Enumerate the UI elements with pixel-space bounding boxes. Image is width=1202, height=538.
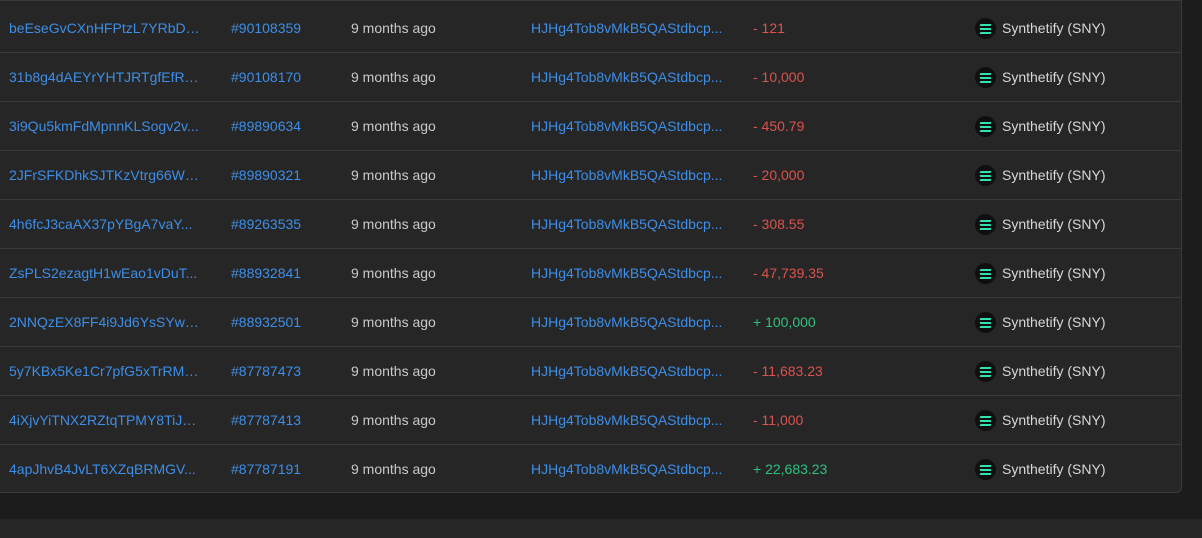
timestamp: 9 months ago xyxy=(351,412,436,428)
address-link[interactable]: HJHg4Tob8vMkB5QAStdbcp... xyxy=(531,53,723,102)
block-link[interactable]: #89890634 xyxy=(231,102,331,151)
amount-change: - 10,000 xyxy=(753,69,805,85)
amount-change: + 22,683.23 xyxy=(753,461,828,477)
signature-link[interactable]: 2JFrSFKDhkSJTKzVtrg66W6... xyxy=(9,151,201,200)
token-cell[interactable]: Synthetify (SNY) xyxy=(975,396,1175,445)
address-link[interactable]: HJHg4Tob8vMkB5QAStdbcp... xyxy=(531,102,723,151)
amount-change: + 100,000 xyxy=(753,314,816,330)
token-name: Synthetify (SNY) xyxy=(1002,314,1106,330)
signature-link[interactable]: 5y7KBx5Ke1Cr7pfG5xTrRMh... xyxy=(9,347,201,396)
token-cell[interactable]: Synthetify (SNY) xyxy=(975,151,1175,200)
table-row: 2NNQzEX8FF4i9Jd6YsSYwg... #88932501 9 mont… xyxy=(0,298,1181,347)
footer-bar xyxy=(0,519,1202,538)
block-link[interactable]: #90108359 xyxy=(231,4,331,53)
token-name: Synthetify (SNY) xyxy=(1002,363,1106,379)
timestamp: 9 months ago xyxy=(351,363,436,379)
amount-change: - 20,000 xyxy=(753,167,805,183)
token-name: Synthetify (SNY) xyxy=(1002,461,1106,477)
synthetify-icon xyxy=(975,459,996,480)
synthetify-icon xyxy=(975,116,996,137)
token-name: Synthetify (SNY) xyxy=(1002,69,1106,85)
timestamp: 9 months ago xyxy=(351,118,436,134)
table-row: 31b8g4dAEYrYHTJRTgfEfRW... #90108170 9 mon… xyxy=(0,53,1181,102)
amount-change: - 121 xyxy=(753,20,785,36)
address-link[interactable]: HJHg4Tob8vMkB5QAStdbcp... xyxy=(531,347,723,396)
token-name: Synthetify (SNY) xyxy=(1002,412,1106,428)
address-link[interactable]: HJHg4Tob8vMkB5QAStdbcp... xyxy=(531,151,723,200)
transactions-table: beEseGvCXnHFPtzL7YRbDV... #90108359 9 mont… xyxy=(0,0,1182,493)
token-cell[interactable]: Synthetify (SNY) xyxy=(975,102,1175,151)
amount-change: - 47,739.35 xyxy=(753,265,824,281)
token-cell[interactable]: Synthetify (SNY) xyxy=(975,200,1175,249)
token-name: Synthetify (SNY) xyxy=(1002,265,1106,281)
table-row: 4apJhvB4JvLT6XZqBRMGV... #87787191 9 month… xyxy=(0,445,1181,494)
signature-link[interactable]: 3i9Qu5kmFdMpnnKLSogv2v... xyxy=(9,102,201,151)
synthetify-icon xyxy=(975,361,996,382)
synthetify-icon xyxy=(975,312,996,333)
token-name: Synthetify (SNY) xyxy=(1002,20,1106,36)
block-link[interactable]: #87787473 xyxy=(231,347,331,396)
block-link[interactable]: #87787191 xyxy=(231,445,331,494)
token-name: Synthetify (SNY) xyxy=(1002,118,1106,134)
address-link[interactable]: HJHg4Tob8vMkB5QAStdbcp... xyxy=(531,4,723,53)
timestamp: 9 months ago xyxy=(351,69,436,85)
token-cell[interactable]: Synthetify (SNY) xyxy=(975,4,1175,53)
amount-change: - 450.79 xyxy=(753,118,805,134)
timestamp: 9 months ago xyxy=(351,461,436,477)
page: beEseGvCXnHFPtzL7YRbDV... #90108359 9 mont… xyxy=(0,0,1202,538)
table-row: 4h6fcJ3caAX37pYBgA7vaY... #89263535 9 mont… xyxy=(0,200,1181,249)
synthetify-icon xyxy=(975,263,996,284)
token-name: Synthetify (SNY) xyxy=(1002,167,1106,183)
signature-link[interactable]: 31b8g4dAEYrYHTJRTgfEfRW... xyxy=(9,53,201,102)
address-link[interactable]: HJHg4Tob8vMkB5QAStdbcp... xyxy=(531,298,723,347)
synthetify-icon xyxy=(975,67,996,88)
block-link[interactable]: #88932501 xyxy=(231,298,331,347)
amount-change: - 11,683.23 xyxy=(753,363,823,379)
timestamp: 9 months ago xyxy=(351,265,436,281)
signature-link[interactable]: ZsPLS2ezagtH1wEao1vDuT... xyxy=(9,249,201,298)
block-link[interactable]: #88932841 xyxy=(231,249,331,298)
timestamp: 9 months ago xyxy=(351,216,436,232)
table-row: ZsPLS2ezagtH1wEao1vDuT... #88932841 9 mont… xyxy=(0,249,1181,298)
token-cell[interactable]: Synthetify (SNY) xyxy=(975,347,1175,396)
table-row: 4iXjvYiTNX2RZtqTPMY8TiJX... #87787413 9 mo… xyxy=(0,396,1181,445)
block-link[interactable]: #89890321 xyxy=(231,151,331,200)
token-cell[interactable]: Synthetify (SNY) xyxy=(975,445,1175,494)
amount-change: - 308.55 xyxy=(753,216,805,232)
address-link[interactable]: HJHg4Tob8vMkB5QAStdbcp... xyxy=(531,396,723,445)
synthetify-icon xyxy=(975,165,996,186)
signature-link[interactable]: 4h6fcJ3caAX37pYBgA7vaY... xyxy=(9,200,201,249)
table-row: 2JFrSFKDhkSJTKzVtrg66W6... #89890321 9 mon… xyxy=(0,151,1181,200)
token-cell[interactable]: Synthetify (SNY) xyxy=(975,298,1175,347)
synthetify-icon xyxy=(975,214,996,235)
table-row: 3i9Qu5kmFdMpnnKLSogv2v... #89890634 9 mont… xyxy=(0,102,1181,151)
block-link[interactable]: #87787413 xyxy=(231,396,331,445)
synthetify-icon xyxy=(975,410,996,431)
timestamp: 9 months ago xyxy=(351,314,436,330)
block-link[interactable]: #89263535 xyxy=(231,200,331,249)
signature-link[interactable]: beEseGvCXnHFPtzL7YRbDV... xyxy=(9,4,201,53)
address-link[interactable]: HJHg4Tob8vMkB5QAStdbcp... xyxy=(531,445,723,494)
token-cell[interactable]: Synthetify (SNY) xyxy=(975,249,1175,298)
block-link[interactable]: #90108170 xyxy=(231,53,331,102)
synthetify-icon xyxy=(975,18,996,39)
token-cell[interactable]: Synthetify (SNY) xyxy=(975,53,1175,102)
signature-link[interactable]: 4apJhvB4JvLT6XZqBRMGV... xyxy=(9,445,201,494)
timestamp: 9 months ago xyxy=(351,167,436,183)
token-name: Synthetify (SNY) xyxy=(1002,216,1106,232)
signature-link[interactable]: 2NNQzEX8FF4i9Jd6YsSYwg... xyxy=(9,298,201,347)
address-link[interactable]: HJHg4Tob8vMkB5QAStdbcp... xyxy=(531,249,723,298)
signature-link[interactable]: 4iXjvYiTNX2RZtqTPMY8TiJX... xyxy=(9,396,201,445)
amount-change: - 11,000 xyxy=(753,412,804,428)
table-row: 5y7KBx5Ke1Cr7pfG5xTrRMh... #87787473 9 mon… xyxy=(0,347,1181,396)
table-row: beEseGvCXnHFPtzL7YRbDV... #90108359 9 mont… xyxy=(0,4,1181,53)
timestamp: 9 months ago xyxy=(351,20,436,36)
address-link[interactable]: HJHg4Tob8vMkB5QAStdbcp... xyxy=(531,200,723,249)
